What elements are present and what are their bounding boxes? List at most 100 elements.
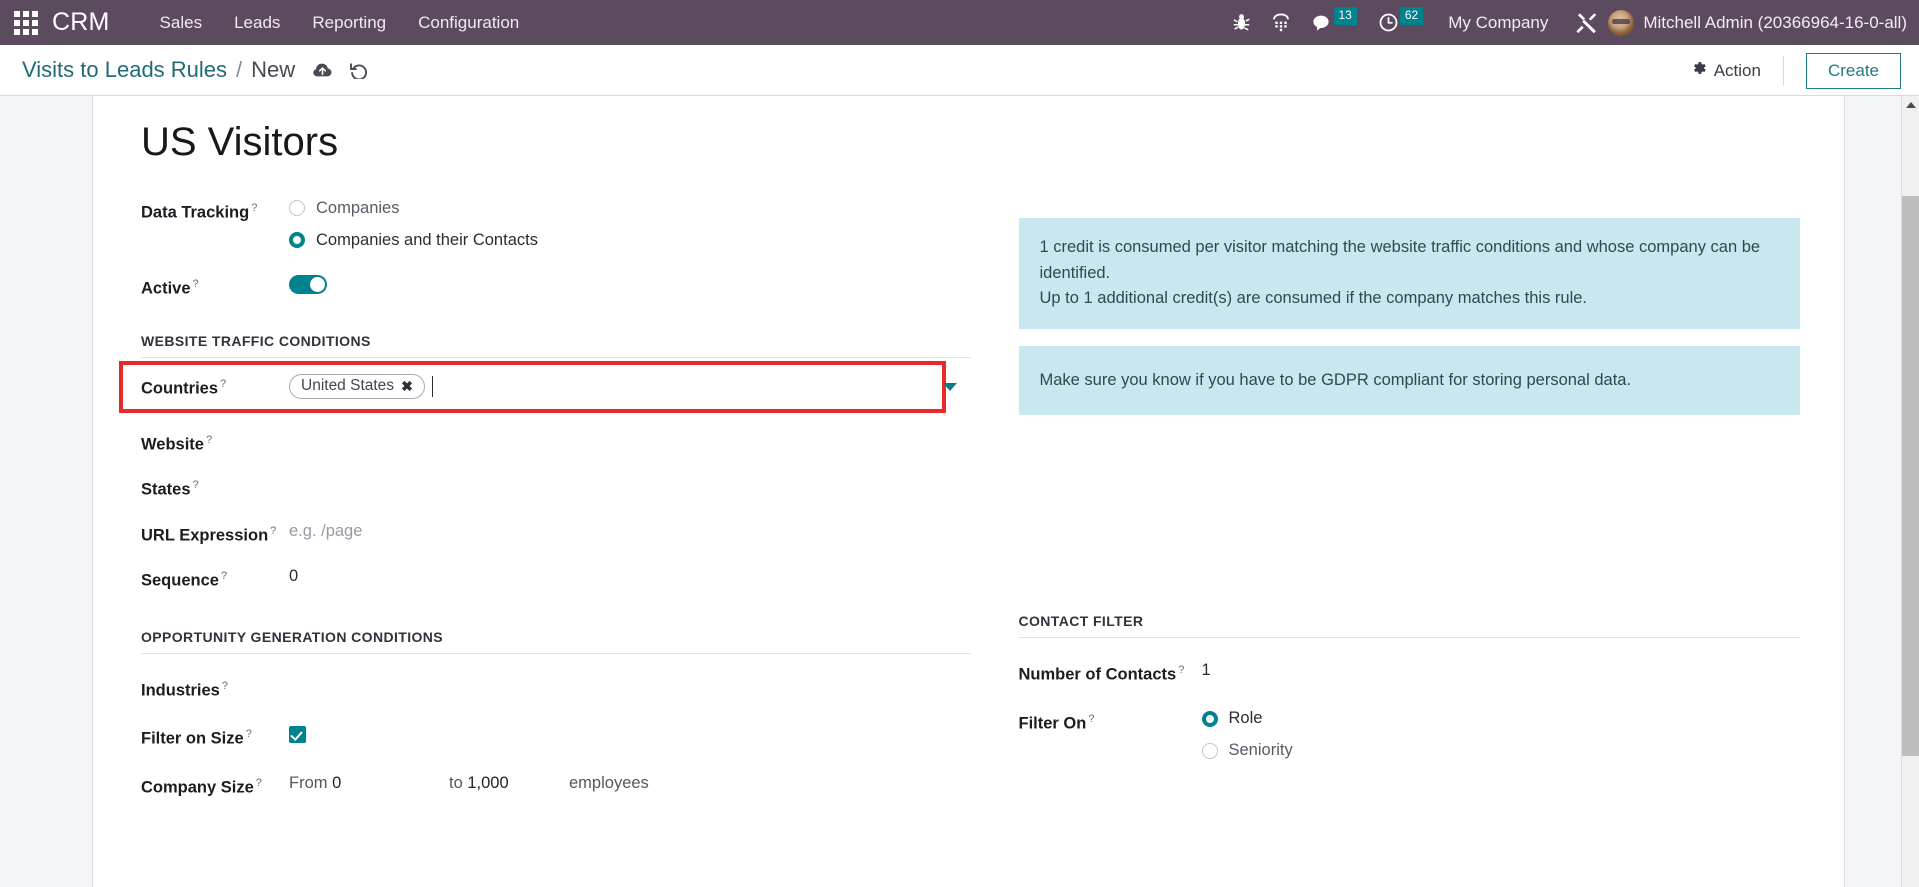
help-tooltip-icon[interactable]: ? bbox=[270, 525, 276, 537]
label-text: Sequence bbox=[141, 571, 219, 590]
filter-on-options: Role Seniority bbox=[1201, 705, 1293, 765]
active-toggle[interactable] bbox=[289, 275, 327, 294]
form-left-column: Data Tracking? Companies Companies and t… bbox=[119, 194, 971, 814]
field-active: Active? bbox=[141, 270, 971, 303]
section-opportunity-generation-conditions: Opportunity Generation Conditions Indust… bbox=[141, 629, 971, 802]
radio-companies-input[interactable] bbox=[289, 200, 305, 216]
chat-bubble-icon bbox=[1312, 14, 1332, 32]
tag-united-states[interactable]: United States ✖ bbox=[289, 374, 425, 399]
radio-option-role[interactable]: Role bbox=[1201, 705, 1293, 733]
section-heading-website-traffic: Website Traffic Conditions bbox=[141, 333, 971, 358]
radio-companies-and-contacts-label[interactable]: Companies and their Contacts bbox=[316, 231, 538, 250]
undo-icon[interactable] bbox=[350, 62, 369, 79]
help-tooltip-icon[interactable]: ? bbox=[1178, 664, 1184, 676]
avatar[interactable] bbox=[1608, 9, 1635, 36]
help-tooltip-icon[interactable]: ? bbox=[1088, 713, 1094, 725]
bug-icon[interactable] bbox=[1232, 13, 1250, 32]
url-expression-input[interactable]: e.g. /page bbox=[289, 517, 362, 545]
menu-sales[interactable]: Sales bbox=[144, 0, 219, 45]
data-tracking-options: Companies Companies and their Contacts bbox=[289, 194, 538, 254]
company-size-to[interactable]: to 1,000 bbox=[449, 769, 569, 797]
chevron-down-icon[interactable] bbox=[942, 382, 957, 391]
field-label-active: Active? bbox=[141, 270, 289, 303]
radio-option-companies-and-contacts[interactable]: Companies and their Contacts bbox=[289, 226, 538, 254]
company-size-range: From 0 to 1,000 employees bbox=[289, 769, 649, 797]
field-label-company-size: Company Size? bbox=[141, 769, 289, 802]
help-tooltip-icon[interactable]: ? bbox=[246, 728, 252, 740]
filter-on-size-checkbox[interactable] bbox=[289, 726, 306, 743]
field-label-data-tracking: Data Tracking? bbox=[141, 194, 289, 227]
app-brand-crm[interactable]: CRM bbox=[52, 8, 110, 37]
field-industries: Industries? bbox=[141, 672, 971, 705]
close-icon[interactable]: ✖ bbox=[401, 379, 413, 393]
radio-role-label[interactable]: Role bbox=[1229, 709, 1263, 728]
field-company-size: Company Size? From 0 to 1,000 employees bbox=[141, 769, 971, 802]
form-right-column: 1 credit is consumed per visitor matchin… bbox=[971, 194, 1801, 814]
company-switcher[interactable]: My Company bbox=[1448, 13, 1548, 33]
help-tooltip-icon[interactable]: ? bbox=[206, 434, 212, 446]
scrollbar-thumb[interactable] bbox=[1902, 196, 1919, 756]
field-number-of-contacts: Number of Contacts? 1 bbox=[1019, 656, 1801, 689]
label-text: Filter On bbox=[1018, 714, 1087, 733]
cloud-upload-icon[interactable] bbox=[313, 63, 332, 78]
breadcrumb-current: New bbox=[251, 57, 296, 82]
label-text: Industries bbox=[141, 681, 220, 699]
help-tooltip-icon[interactable]: ? bbox=[193, 479, 199, 491]
label-text: URL Expression bbox=[141, 526, 269, 544]
field-label-filter-on-size: Filter on Size? bbox=[141, 720, 289, 753]
vertical-scrollbar[interactable] bbox=[1901, 96, 1919, 887]
help-tooltip-icon[interactable]: ? bbox=[221, 570, 227, 582]
action-button[interactable]: Action bbox=[1691, 55, 1784, 86]
menu-reporting[interactable]: Reporting bbox=[296, 0, 402, 45]
radio-role-input[interactable] bbox=[1201, 710, 1218, 727]
radio-companies-and-contacts-input[interactable] bbox=[289, 232, 305, 248]
menu-leads[interactable]: Leads bbox=[218, 0, 296, 45]
messages-counter[interactable]: 13 bbox=[1312, 6, 1357, 32]
section-heading-contact-filter: Contact Filter bbox=[1018, 613, 1800, 639]
messages-count-badge: 13 bbox=[1333, 6, 1357, 25]
sequence-input[interactable]: 0 bbox=[289, 562, 298, 590]
label-text: Countries bbox=[141, 379, 219, 398]
dialpad-icon[interactable] bbox=[1272, 13, 1290, 32]
help-tooltip-icon[interactable]: ? bbox=[251, 202, 257, 214]
radio-option-seniority[interactable]: Seniority bbox=[1201, 737, 1293, 765]
activities-count-badge: 62 bbox=[1399, 6, 1424, 25]
activities-counter[interactable]: 62 bbox=[1379, 6, 1424, 32]
help-tooltip-icon[interactable]: ? bbox=[220, 378, 226, 390]
breadcrumb-parent[interactable]: Visits to Leads Rules bbox=[22, 57, 227, 83]
radio-seniority-label[interactable]: Seniority bbox=[1229, 741, 1293, 760]
radio-companies-label[interactable]: Companies bbox=[316, 199, 399, 218]
help-tooltip-icon[interactable]: ? bbox=[222, 680, 228, 692]
control-panel: Visits to Leads Rules / New Action Creat… bbox=[0, 45, 1919, 96]
field-label-url-expression: URL Expression? bbox=[141, 517, 289, 550]
create-button[interactable]: Create bbox=[1805, 52, 1901, 89]
section-contact-filter: Contact Filter Number of Contacts? 1 Fil… bbox=[1018, 613, 1801, 765]
field-label-sequence: Sequence? bbox=[141, 562, 289, 595]
company-size-suffix: employees bbox=[569, 773, 649, 792]
company-size-from[interactable]: From 0 bbox=[289, 769, 449, 797]
number-of-contacts-input[interactable]: 1 bbox=[1202, 656, 1211, 684]
help-tooltip-icon[interactable]: ? bbox=[193, 278, 199, 290]
company-size-to-value[interactable]: 1,000 bbox=[467, 774, 508, 792]
wrench-screwdriver-icon[interactable] bbox=[1575, 12, 1597, 34]
apps-grid-icon[interactable] bbox=[14, 10, 38, 35]
gdpr-alert: Make sure you know if you have to be GDP… bbox=[1018, 345, 1800, 416]
label-text: States bbox=[141, 480, 191, 499]
label-text: Company Size bbox=[141, 778, 254, 796]
field-states: States? bbox=[141, 471, 971, 504]
field-label-industries: Industries? bbox=[141, 672, 289, 705]
company-size-from-value[interactable]: 0 bbox=[332, 774, 341, 792]
text-cursor bbox=[431, 376, 433, 397]
breadcrumb: Visits to Leads Rules / New bbox=[22, 57, 369, 83]
scroll-up-arrow[interactable] bbox=[1902, 96, 1919, 114]
menu-configuration[interactable]: Configuration bbox=[402, 0, 535, 45]
help-tooltip-icon[interactable]: ? bbox=[256, 777, 262, 789]
radio-seniority-input[interactable] bbox=[1201, 742, 1218, 759]
action-button-label: Action bbox=[1713, 60, 1761, 80]
section-website-traffic-conditions: Website Traffic Conditions Countries? bbox=[119, 333, 971, 595]
tag-label: United States bbox=[301, 377, 395, 394]
countries-input[interactable]: United States ✖ bbox=[289, 372, 971, 402]
clock-icon bbox=[1379, 13, 1398, 32]
user-menu-label[interactable]: Mitchell Admin (20366964-16-0-all) bbox=[1643, 13, 1907, 33]
radio-option-companies[interactable]: Companies bbox=[289, 194, 538, 222]
